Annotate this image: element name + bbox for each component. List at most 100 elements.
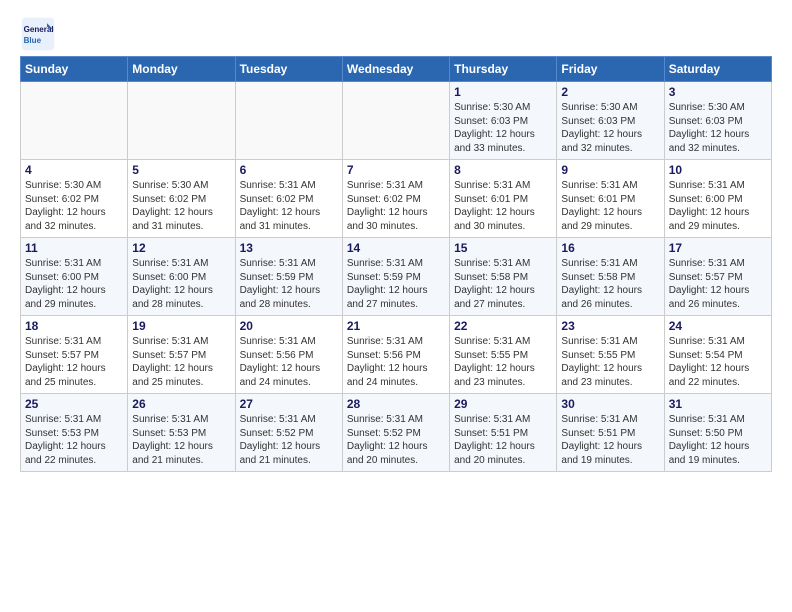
weekday-header-monday: Monday (128, 57, 235, 82)
day-info: Sunrise: 5:31 AM Sunset: 5:56 PM Dayligh… (347, 335, 445, 389)
day-info: Sunrise: 5:30 AM Sunset: 6:03 PM Dayligh… (669, 101, 767, 155)
calendar-cell: 20 Sunrise: 5:31 AM Sunset: 5:56 PM Dayli… (235, 316, 342, 394)
day-number: 29 (454, 397, 552, 411)
day-info: Sunrise: 5:31 AM Sunset: 6:01 PM Dayligh… (561, 179, 659, 233)
day-number: 6 (240, 163, 338, 177)
day-number: 8 (454, 163, 552, 177)
calendar-cell (21, 82, 128, 160)
day-number: 16 (561, 241, 659, 255)
calendar-cell: 4 Sunrise: 5:30 AM Sunset: 6:02 PM Daylig… (21, 160, 128, 238)
day-info: Sunrise: 5:31 AM Sunset: 5:52 PM Dayligh… (240, 413, 338, 467)
calendar-cell: 26 Sunrise: 5:31 AM Sunset: 5:53 PM Dayli… (128, 394, 235, 472)
day-info: Sunrise: 5:31 AM Sunset: 5:53 PM Dayligh… (132, 413, 230, 467)
day-info: Sunrise: 5:31 AM Sunset: 6:00 PM Dayligh… (25, 257, 123, 311)
calendar-cell: 21 Sunrise: 5:31 AM Sunset: 5:56 PM Dayli… (342, 316, 449, 394)
weekday-header-wednesday: Wednesday (342, 57, 449, 82)
day-number: 24 (669, 319, 767, 333)
day-number: 30 (561, 397, 659, 411)
day-number: 23 (561, 319, 659, 333)
day-number: 27 (240, 397, 338, 411)
day-info: Sunrise: 5:31 AM Sunset: 5:58 PM Dayligh… (561, 257, 659, 311)
day-number: 19 (132, 319, 230, 333)
day-info: Sunrise: 5:31 AM Sunset: 5:54 PM Dayligh… (669, 335, 767, 389)
day-info: Sunrise: 5:31 AM Sunset: 5:57 PM Dayligh… (132, 335, 230, 389)
calendar-cell: 18 Sunrise: 5:31 AM Sunset: 5:57 PM Dayli… (21, 316, 128, 394)
day-info: Sunrise: 5:31 AM Sunset: 6:00 PM Dayligh… (669, 179, 767, 233)
calendar-cell: 22 Sunrise: 5:31 AM Sunset: 5:55 PM Dayli… (450, 316, 557, 394)
calendar-cell: 12 Sunrise: 5:31 AM Sunset: 6:00 PM Dayli… (128, 238, 235, 316)
day-info: Sunrise: 5:30 AM Sunset: 6:02 PM Dayligh… (25, 179, 123, 233)
calendar-cell: 2 Sunrise: 5:30 AM Sunset: 6:03 PM Daylig… (557, 82, 664, 160)
day-number: 12 (132, 241, 230, 255)
day-number: 17 (669, 241, 767, 255)
calendar-cell: 14 Sunrise: 5:31 AM Sunset: 5:59 PM Dayli… (342, 238, 449, 316)
day-info: Sunrise: 5:31 AM Sunset: 5:56 PM Dayligh… (240, 335, 338, 389)
weekday-header-thursday: Thursday (450, 57, 557, 82)
day-number: 7 (347, 163, 445, 177)
calendar-cell: 27 Sunrise: 5:31 AM Sunset: 5:52 PM Dayli… (235, 394, 342, 472)
day-number: 13 (240, 241, 338, 255)
day-info: Sunrise: 5:31 AM Sunset: 5:52 PM Dayligh… (347, 413, 445, 467)
day-number: 4 (25, 163, 123, 177)
header: General Blue (20, 16, 772, 52)
calendar-cell: 9 Sunrise: 5:31 AM Sunset: 6:01 PM Daylig… (557, 160, 664, 238)
day-number: 15 (454, 241, 552, 255)
logo: General Blue (20, 16, 58, 52)
calendar-cell: 11 Sunrise: 5:31 AM Sunset: 6:00 PM Dayli… (21, 238, 128, 316)
day-number: 31 (669, 397, 767, 411)
calendar-cell: 23Sunrise: 5:31 AM Sunset: 5:55 PM Dayli… (557, 316, 664, 394)
calendar-cell: 31 Sunrise: 5:31 AM Sunset: 5:50 PM Dayli… (664, 394, 771, 472)
calendar-cell: 24 Sunrise: 5:31 AM Sunset: 5:54 PM Dayli… (664, 316, 771, 394)
day-number: 18 (25, 319, 123, 333)
day-info: Sunrise: 5:31 AM Sunset: 5:57 PM Dayligh… (669, 257, 767, 311)
weekday-header-tuesday: Tuesday (235, 57, 342, 82)
calendar-cell: 19 Sunrise: 5:31 AM Sunset: 5:57 PM Dayli… (128, 316, 235, 394)
calendar-cell: 3 Sunrise: 5:30 AM Sunset: 6:03 PM Daylig… (664, 82, 771, 160)
calendar-table: SundayMondayTuesdayWednesdayThursdayFrid… (20, 56, 772, 472)
day-info: Sunrise: 5:30 AM Sunset: 6:03 PM Dayligh… (561, 101, 659, 155)
day-number: 1 (454, 85, 552, 99)
day-number: 9 (561, 163, 659, 177)
day-info: Sunrise: 5:31 AM Sunset: 5:50 PM Dayligh… (669, 413, 767, 467)
calendar-cell: 6Sunrise: 5:31 AM Sunset: 6:02 PM Daylig… (235, 160, 342, 238)
logo-icon: General Blue (20, 16, 56, 52)
calendar-cell: 7 Sunrise: 5:31 AM Sunset: 6:02 PM Daylig… (342, 160, 449, 238)
weekday-header-sunday: Sunday (21, 57, 128, 82)
day-info: Sunrise: 5:31 AM Sunset: 6:01 PM Dayligh… (454, 179, 552, 233)
day-info: Sunrise: 5:31 AM Sunset: 6:02 PM Dayligh… (347, 179, 445, 233)
day-number: 26 (132, 397, 230, 411)
calendar-cell: 1Sunrise: 5:30 AM Sunset: 6:03 PM Daylig… (450, 82, 557, 160)
calendar-cell: 30 Sunrise: 5:31 AM Sunset: 5:51 PM Dayli… (557, 394, 664, 472)
day-number: 21 (347, 319, 445, 333)
day-info: Sunrise: 5:31 AM Sunset: 5:51 PM Dayligh… (561, 413, 659, 467)
day-number: 11 (25, 241, 123, 255)
calendar-cell: 8 Sunrise: 5:31 AM Sunset: 6:01 PM Daylig… (450, 160, 557, 238)
day-info: Sunrise: 5:31 AM Sunset: 5:58 PM Dayligh… (454, 257, 552, 311)
day-number: 14 (347, 241, 445, 255)
calendar-cell: 28 Sunrise: 5:31 AM Sunset: 5:52 PM Dayli… (342, 394, 449, 472)
calendar-cell: 5 Sunrise: 5:30 AM Sunset: 6:02 PM Daylig… (128, 160, 235, 238)
calendar-cell: 17 Sunrise: 5:31 AM Sunset: 5:57 PM Dayli… (664, 238, 771, 316)
day-info: Sunrise: 5:31 AM Sunset: 5:57 PM Dayligh… (25, 335, 123, 389)
day-info: Sunrise: 5:30 AM Sunset: 6:02 PM Dayligh… (132, 179, 230, 233)
calendar-cell: 15 Sunrise: 5:31 AM Sunset: 5:58 PM Dayli… (450, 238, 557, 316)
weekday-header-friday: Friday (557, 57, 664, 82)
calendar-cell: 10 Sunrise: 5:31 AM Sunset: 6:00 PM Dayli… (664, 160, 771, 238)
day-info: Sunrise: 5:31 AM Sunset: 6:00 PM Dayligh… (132, 257, 230, 311)
day-number: 5 (132, 163, 230, 177)
calendar-cell: 25Sunrise: 5:31 AM Sunset: 5:53 PM Dayli… (21, 394, 128, 472)
calendar-cell (235, 82, 342, 160)
day-number: 20 (240, 319, 338, 333)
day-info: Sunrise: 5:31 AM Sunset: 5:55 PM Dayligh… (454, 335, 552, 389)
calendar-cell: 13 Sunrise: 5:31 AM Sunset: 5:59 PM Dayli… (235, 238, 342, 316)
day-number: 10 (669, 163, 767, 177)
day-info: Sunrise: 5:31 AM Sunset: 5:53 PM Dayligh… (25, 413, 123, 467)
day-info: Sunrise: 5:31 AM Sunset: 5:59 PM Dayligh… (347, 257, 445, 311)
day-number: 2 (561, 85, 659, 99)
calendar-cell (128, 82, 235, 160)
calendar-cell (342, 82, 449, 160)
day-info: Sunrise: 5:31 AM Sunset: 5:59 PM Dayligh… (240, 257, 338, 311)
day-number: 3 (669, 85, 767, 99)
day-number: 28 (347, 397, 445, 411)
day-number: 22 (454, 319, 552, 333)
